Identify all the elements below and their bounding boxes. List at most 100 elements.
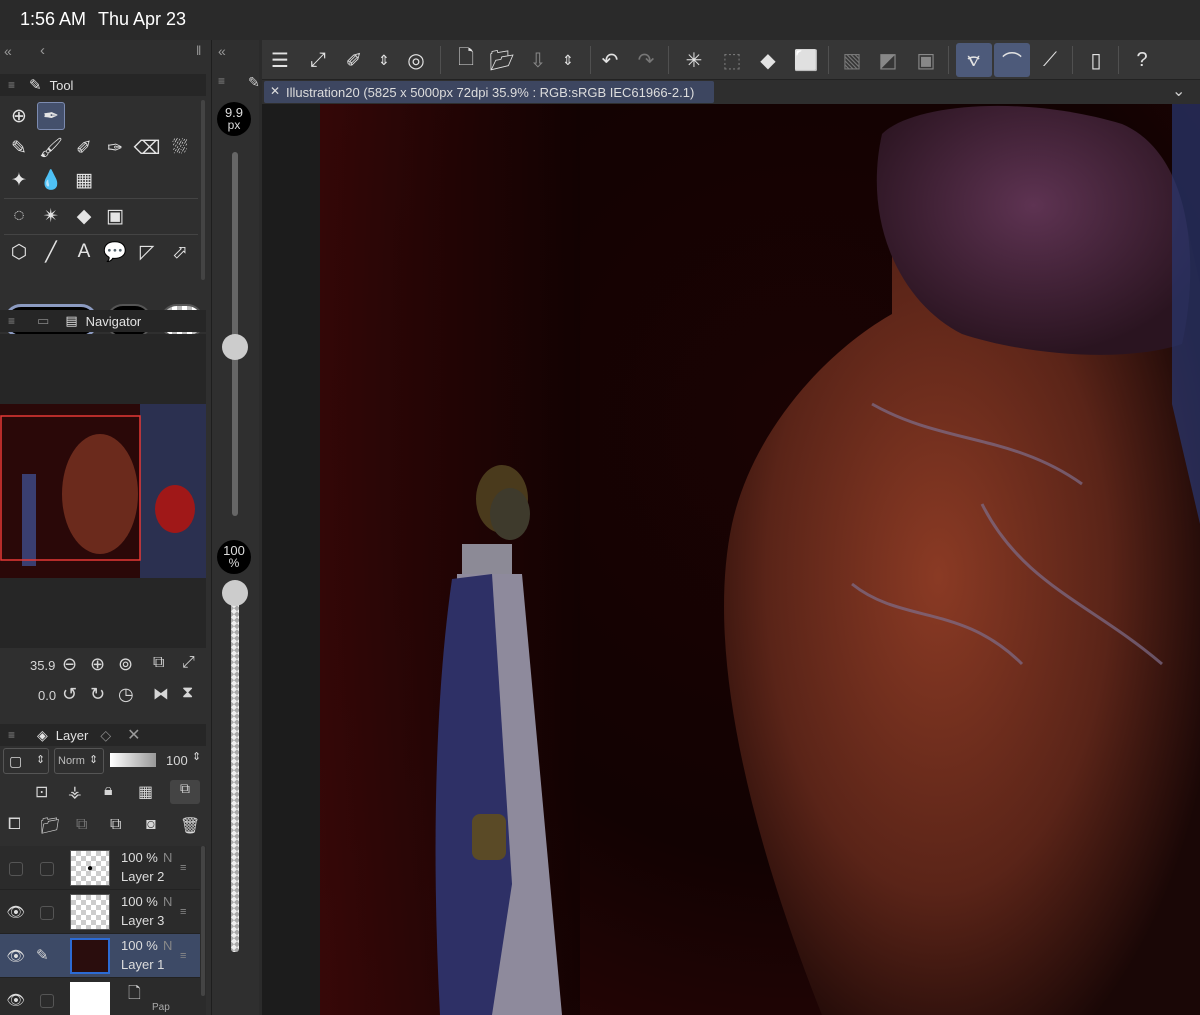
close-icon[interactable]: ✕ [127,725,140,745]
drag-handle-icon[interactable]: ≡ [180,862,186,874]
brush-icon[interactable]: 🖌 [37,134,65,162]
frame-icon[interactable]: ◸ [133,238,161,266]
new-folder-icon[interactable]: 📁︎ [40,816,60,836]
tool-scrollbar[interactable] [201,100,205,280]
deselect-icon[interactable]: ▧ [838,46,866,74]
chevron-down-icon[interactable]: ⌄ [1172,81,1185,101]
layer-row[interactable]: ● 100 % N Layer 2 ≡ [0,846,200,890]
fit-window-icon[interactable]: ⤢ [182,654,195,672]
layer-row[interactable]: 👁︎ ✎ 100 % N Layer 1 ≡ [0,934,200,978]
drag-handle-icon[interactable]: ≡ [180,950,186,962]
edge-keyboard-icon[interactable]: ▯ [1082,46,1110,74]
download-tool-icon[interactable]: ⊕ [5,102,33,130]
new-layer-icon[interactable]: ⧠ [8,816,21,834]
lock-icon[interactable]: 🔒︎ [104,782,113,800]
zoom-in-icon[interactable]: ⊕ [90,654,105,675]
opacity-slider[interactable] [110,753,156,767]
menu-icon[interactable]: ≡ [8,728,15,742]
select-arrow-icon[interactable]: ⬀ [166,238,194,266]
layer-row[interactable]: 👁︎ 100 % N Layer 3 ≡ [0,890,200,934]
document-tab[interactable]: ✕ Illustration20 (5825 x 5000px 72dpi 35… [264,81,714,103]
companion-icon[interactable]: ◎ [402,46,430,74]
delete-layer-icon[interactable]: 🗑︎ [180,816,200,836]
fill-icon[interactable]: ◆ [70,202,98,230]
grid-icon[interactable]: ▦ [70,166,98,194]
edit-toggle[interactable] [40,994,54,1008]
pen-icon[interactable]: ✎ [5,134,33,162]
actual-size-icon[interactable]: ⧉ [153,654,164,672]
layer-row[interactable]: 👁︎ 🗋 Pap [0,978,200,1015]
grip-icon[interactable]: ‖ [196,43,201,58]
magic-wand-icon[interactable]: ✴ [37,202,65,230]
transform-icon[interactable]: ⬜ [792,46,820,74]
loading-icon[interactable]: ✳ [680,46,708,74]
brush-opacity-track[interactable] [231,596,239,952]
text-icon[interactable]: A [70,238,98,266]
zoom-fit-icon[interactable]: ⊚ [118,654,133,675]
clipping-icon[interactable]: ⊡ [35,782,48,802]
close-tab-icon[interactable]: ✕ [270,84,280,98]
new-file-icon[interactable]: 🗋 [452,46,480,74]
navigator-thumbnail[interactable] [0,334,206,648]
gradient-icon[interactable]: ▣ [101,202,129,230]
layer-tab-icon[interactable]: ◈ [37,727,48,744]
rotate-right-icon[interactable]: ↻ [90,684,105,705]
lasso-icon[interactable]: ◌ [5,202,33,230]
flip-vertical-icon[interactable]: ⧗ [182,684,193,702]
marker-icon[interactable]: ✐ [70,134,98,162]
lock-transparency-icon[interactable]: ▦ [138,782,153,802]
edit-toggle[interactable] [40,906,54,920]
navigator-tab-icon[interactable]: ▤ [65,313,77,329]
sparkle-icon[interactable]: ✦ [5,166,33,194]
invert-selection-icon[interactable]: ◩ [874,46,902,74]
menu-icon[interactable]: ≡ [8,314,15,328]
layer-scrollbar[interactable] [201,846,205,996]
opacity-stepper-icon[interactable]: ⇕ [192,750,201,763]
eye-icon[interactable]: 👁︎ [6,947,26,965]
layer-property-tab-icon[interactable]: ◇ [100,727,111,744]
selection-icon[interactable]: ▣ [912,46,940,74]
main-menu-icon[interactable]: ☰ [266,46,294,74]
rotate-left-icon[interactable]: ↺ [62,684,77,705]
flip-horizontal-icon[interactable]: ⧓ [153,684,169,704]
save-icon[interactable]: ⇩ [524,46,552,74]
zoom-out-icon[interactable]: ⊖ [62,654,77,675]
merge-layer-icon[interactable]: ⧉ [110,816,121,834]
menu-icon[interactable]: ≡ [8,78,15,92]
drag-handle-icon[interactable]: ≡ [180,906,186,918]
pen-edit-icon[interactable]: ✎ [36,946,49,964]
open-folder-icon[interactable]: 📂︎ [488,46,516,74]
undo-icon[interactable]: ↶ [596,46,624,74]
balloon-icon[interactable]: 💬 [101,238,129,266]
menu-icon[interactable]: ≡ [218,74,225,88]
layer-mask-icon[interactable]: ◙ [146,816,156,834]
edit-toggle[interactable] [40,862,54,876]
reset-rotation-icon[interactable]: ◷ [118,684,134,705]
blend-mode-select[interactable]: Norm ⇕ [54,748,104,774]
copy-layer-icon[interactable]: ⧉ [76,816,87,834]
pen-tool-icon[interactable]: ✒ [37,102,65,130]
eraser-icon[interactable]: ⌫ [133,134,161,162]
brush-size-thumb[interactable] [222,334,248,360]
reference-layer-icon[interactable]: ⚶ [68,782,82,802]
subview-tab-icon[interactable]: ▭ [37,313,49,329]
visibility-toggle[interactable] [9,862,23,876]
brush-opacity-thumb[interactable] [222,580,248,606]
collapse-left-icon[interactable]: « [218,43,226,59]
eye-icon[interactable]: 👁︎ [6,903,26,921]
airbrush-icon[interactable]: ✑ [101,134,129,162]
collapse-left-icon[interactable]: « [4,43,12,59]
toggle-icon[interactable]: ⇕ [370,46,398,74]
toggle-icon[interactable]: ⇕ [554,46,582,74]
eyedropper-icon[interactable]: ✐ [340,46,368,74]
line-icon[interactable]: ╱ [37,238,65,266]
fullscreen-icon[interactable]: ⤢ [304,46,332,74]
decoration-icon[interactable]: ⛆ [166,134,194,162]
snap-special-ruler-icon[interactable]: ⌒ [994,43,1030,77]
help-icon[interactable]: ? [1128,46,1156,74]
illustration-canvas[interactable] [262,104,1200,1015]
fill-bucket-icon[interactable]: ◆ [754,46,782,74]
canvas-area[interactable] [262,104,1200,1015]
clear-icon[interactable]: ⬚ [718,46,746,74]
layer-type-select[interactable]: ▢ ⇕ [3,748,49,774]
